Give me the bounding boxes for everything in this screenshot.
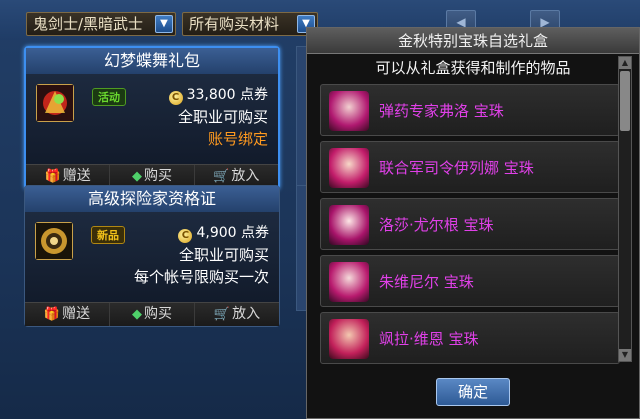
buy-button[interactable]: ◆ 购买 (110, 303, 195, 326)
item-name: 朱维尼尔 宝珠 (379, 273, 474, 291)
list-item[interactable]: 联合军司令伊列娜 宝珠 (320, 141, 620, 193)
cart-icon: 🛒 (213, 169, 230, 184)
gift-icon: 🎁 (43, 307, 61, 322)
orb-icon (329, 91, 369, 131)
item-name: 联合军司令伊列娜 宝珠 (379, 159, 534, 177)
material-dropdown-value: 所有购买材料 (189, 15, 280, 33)
character-dropdown-value: 鬼剑士/黑暗武士 (33, 15, 144, 33)
gift-label: 赠送 (62, 168, 91, 184)
chevron-down-icon[interactable]: ▼ (155, 15, 173, 33)
binding-text: 账号绑定 (207, 130, 268, 148)
cart-label: 放入 (232, 306, 261, 322)
list-item[interactable]: 朱维尼尔 宝珠 (320, 255, 620, 307)
cart-icon: 🛒 (213, 307, 231, 322)
scroll-down-icon[interactable]: ▼ (619, 349, 631, 361)
price-value: 33,800 点券 (186, 87, 268, 103)
buy-label: 购买 (144, 306, 172, 322)
coin-icon: C (178, 229, 193, 243)
item-icon (36, 84, 74, 122)
price: C 4,900 点券 (178, 222, 269, 243)
item-list: 弹药专家弗洛 宝珠 联合军司令伊列娜 宝珠 洛莎·尤尔根 宝珠 朱维尼尔 宝珠 … (320, 84, 620, 390)
gift-button[interactable]: 🎁 赠送 (25, 303, 110, 326)
list-item[interactable]: 洛莎·尤尔根 宝珠 (320, 198, 620, 250)
material-dropdown[interactable]: 所有购买材料 ▼ (182, 12, 318, 36)
availability-text: 全职业可购买 (177, 108, 268, 126)
gift-icon: 🎁 (44, 169, 61, 184)
availability-text: 全职业可购买 (178, 246, 269, 264)
product-title: 高级探险家资格证 (25, 186, 279, 212)
item-icon (35, 222, 73, 260)
new-badge: 新品 (91, 226, 125, 244)
list-item[interactable]: 弹药专家弗洛 宝珠 (320, 84, 620, 136)
orb-icon (329, 148, 369, 188)
scroll-thumb[interactable] (620, 71, 630, 131)
gift-label: 赠送 (62, 306, 91, 322)
orb-icon (329, 262, 369, 302)
product-card[interactable]: 幻梦蝶舞礼包 活动 C 33,800 点券 全职业可购买 账号绑定 🎁 赠送 ◆ 购买… (24, 46, 280, 190)
orb-icon (329, 205, 369, 245)
list-item[interactable]: 飒拉·维恩 宝珠 (320, 312, 620, 364)
price-value: 4,900 点券 (196, 225, 269, 241)
list-scrollbar[interactable]: ▲ ▼ (618, 56, 632, 362)
item-name: 飒拉·维恩 宝珠 (379, 330, 479, 348)
buy-icon: ◆ (131, 169, 142, 184)
item-name: 弹药专家弗洛 宝珠 (379, 102, 504, 120)
limit-text: 每个帐号限购买一次 (133, 268, 269, 286)
buy-icon: ◆ (132, 307, 142, 322)
item-name: 洛莎·尤尔根 宝珠 (379, 216, 494, 234)
event-badge: 活动 (92, 88, 126, 106)
character-dropdown[interactable]: 鬼剑士/黑暗武士 ▼ (26, 12, 176, 36)
product-card[interactable]: 高级探险家资格证 新品 C 4,900 点券 全职业可购买 每个帐号限购买一次 🎁… (24, 185, 280, 327)
product-title: 幻梦蝶舞礼包 (26, 48, 278, 74)
dialog-subtitle: 可以从礼盒获得和制作的物品 (375, 59, 571, 77)
buy-label: 购买 (143, 168, 172, 184)
orb-icon (329, 319, 369, 359)
dialog-title: 金秋特别宝珠自选礼盒 (307, 28, 639, 54)
confirm-button[interactable]: 确定 (436, 378, 510, 406)
coin-icon: C (168, 91, 183, 105)
price: C 33,800 点券 (168, 84, 268, 105)
add-to-cart-button[interactable]: 🛒 放入 (195, 303, 279, 326)
cart-label: 放入 (231, 168, 260, 184)
scroll-up-icon[interactable]: ▲ (619, 57, 631, 69)
